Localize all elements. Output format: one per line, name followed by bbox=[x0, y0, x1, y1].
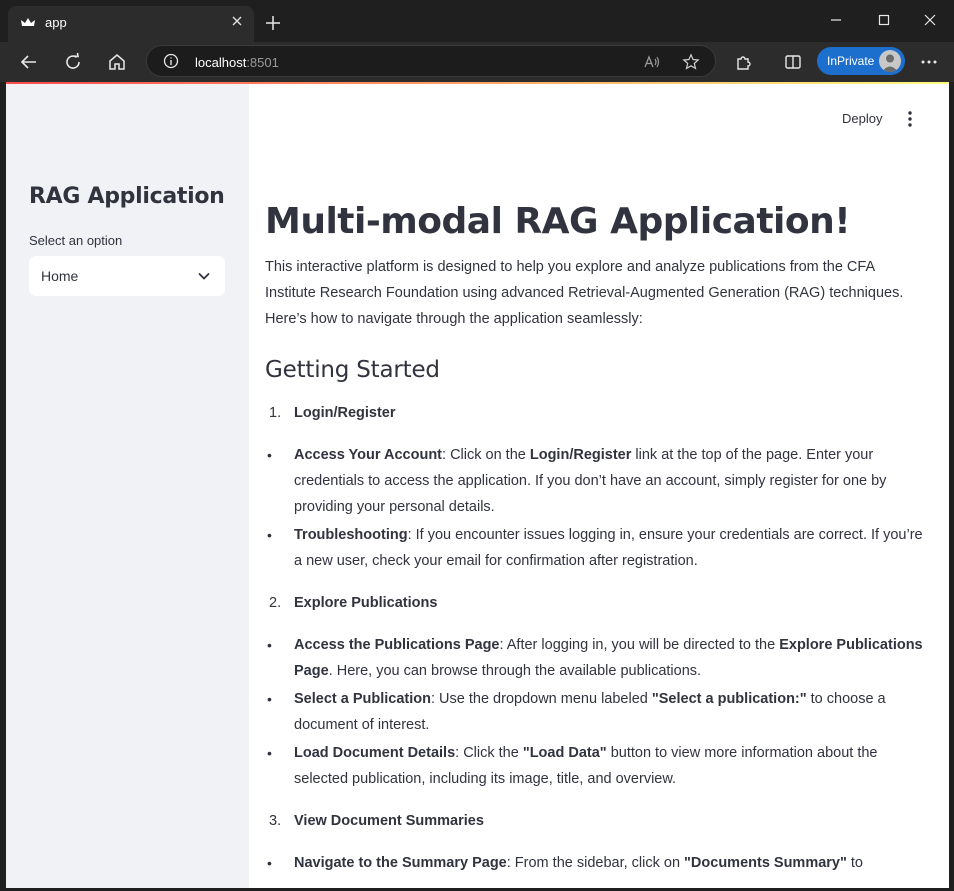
step-login-register: 1. Login/Register Access Your Account: C… bbox=[265, 400, 929, 574]
list-item: Access the Publications Page: After logg… bbox=[265, 632, 929, 684]
step-view-summaries: 3. View Document Summaries Navigate to t… bbox=[265, 808, 929, 876]
inprivate-label: InPrivate bbox=[827, 54, 875, 68]
close-tab-icon[interactable] bbox=[230, 14, 244, 28]
url-host: localhost bbox=[195, 55, 247, 70]
extensions-icon[interactable] bbox=[734, 52, 754, 72]
bullet-text: : Use the dropdown menu labeled bbox=[431, 691, 652, 707]
home-icon[interactable] bbox=[107, 52, 127, 72]
bullet-bold-text: Load Document Details bbox=[294, 745, 456, 761]
step-explore-publications: 2. Explore Publications Access the Publi… bbox=[265, 590, 929, 792]
intro-paragraph: This interactive platform is designed to… bbox=[265, 259, 904, 327]
step-bullets: Navigate to the Summary Page: From the s… bbox=[265, 850, 929, 876]
browser-menu-icon[interactable] bbox=[920, 54, 938, 70]
bullet-text: : From the sidebar, click on bbox=[506, 855, 685, 871]
bullet-bold-text: Access the Publications Page bbox=[294, 637, 500, 653]
refresh-icon[interactable] bbox=[63, 52, 83, 72]
split-screen-icon[interactable] bbox=[783, 52, 803, 72]
section-heading: Getting Started bbox=[265, 357, 440, 383]
sidebar-title: RAG Application bbox=[29, 184, 225, 209]
step-title-text: Login/Register bbox=[294, 405, 396, 421]
step-number: 3. bbox=[269, 813, 282, 829]
step-number: 1. bbox=[269, 405, 282, 421]
list-item: Select a Publication: Use the dropdown m… bbox=[265, 686, 929, 738]
bullet-bold-text: Navigate to the Summary Page bbox=[294, 855, 507, 871]
close-window-icon[interactable] bbox=[922, 12, 938, 28]
bullet-text: : Click on the bbox=[442, 447, 530, 463]
list-item: Troubleshooting: If you encounter issues… bbox=[265, 522, 929, 574]
step-title-text: Explore Publications bbox=[294, 595, 438, 611]
step-number: 2. bbox=[269, 595, 282, 611]
browser-tab[interactable]: app bbox=[8, 6, 254, 42]
maximize-icon[interactable] bbox=[876, 12, 892, 28]
new-tab-icon[interactable] bbox=[264, 14, 282, 32]
bullet-text: . Here, you can browse through the avail… bbox=[328, 663, 702, 679]
list-item: Load Document Details: Click the "Load D… bbox=[265, 740, 929, 792]
bullet-bold-text: "Documents Summary" bbox=[684, 855, 847, 871]
bullet-text: : Click the bbox=[455, 745, 523, 761]
url-text: localhost:8501 bbox=[195, 55, 279, 70]
sidebar: RAG Application Select an option Home bbox=[6, 84, 249, 888]
bullet-bold-text: Select a Publication bbox=[294, 691, 431, 707]
step-bullets: Access Your Account: Click on the Login/… bbox=[265, 442, 929, 574]
tab-title: app bbox=[45, 15, 67, 30]
bullet-bold-text: Troubleshooting bbox=[294, 527, 408, 543]
bullet-bold-text: "Select a publication:" bbox=[651, 691, 807, 707]
chevron-down-icon bbox=[198, 272, 210, 280]
read-aloud-icon[interactable] bbox=[643, 53, 661, 71]
select-label: Select an option bbox=[29, 233, 123, 248]
back-arrow-icon[interactable] bbox=[19, 52, 39, 72]
info-icon[interactable] bbox=[163, 53, 179, 69]
step-bullets: Access the Publications Page: After logg… bbox=[265, 632, 929, 792]
streamlit-crown-icon bbox=[21, 18, 35, 26]
step-title-text: View Document Summaries bbox=[294, 813, 484, 829]
list-item: Navigate to the Summary Page: From the s… bbox=[265, 850, 929, 876]
favorite-star-icon[interactable] bbox=[682, 53, 700, 71]
option-select[interactable]: Home bbox=[29, 256, 225, 296]
profile-avatar-icon bbox=[879, 50, 901, 72]
url-port: :8501 bbox=[246, 55, 279, 70]
step-title: 3. View Document Summaries bbox=[265, 808, 929, 834]
more-options-icon[interactable] bbox=[905, 110, 915, 128]
main-content: Multi-modal RAG Application! This intera… bbox=[265, 198, 929, 878]
step-title: 1. Login/Register bbox=[265, 400, 929, 426]
minimize-icon[interactable] bbox=[828, 12, 844, 28]
select-value: Home bbox=[41, 268, 79, 284]
bullet-bold-text: Login/Register bbox=[529, 447, 632, 463]
deploy-button[interactable]: Deploy bbox=[842, 111, 882, 126]
bullet-text: to bbox=[846, 855, 863, 871]
bullet-bold-text: Access Your Account bbox=[294, 447, 443, 463]
page-title: Multi-modal RAG Application! bbox=[265, 201, 851, 242]
address-bar[interactable]: localhost:8501 bbox=[146, 45, 716, 77]
browser-titlebar: app bbox=[0, 0, 954, 42]
bullet-text: : After logging in, you will be directed… bbox=[499, 637, 780, 653]
inprivate-button[interactable]: InPrivate bbox=[817, 47, 905, 75]
main-area: Deploy Multi-modal RAG Application! This… bbox=[249, 84, 949, 888]
step-title: 2. Explore Publications bbox=[265, 590, 929, 616]
web-page: RAG Application Select an option Home De… bbox=[6, 82, 949, 888]
browser-toolbar: localhost:8501 InPrivate bbox=[0, 42, 954, 82]
list-item: Access Your Account: Click on the Login/… bbox=[265, 442, 929, 520]
bullet-bold-text: "Load Data" bbox=[522, 745, 607, 761]
